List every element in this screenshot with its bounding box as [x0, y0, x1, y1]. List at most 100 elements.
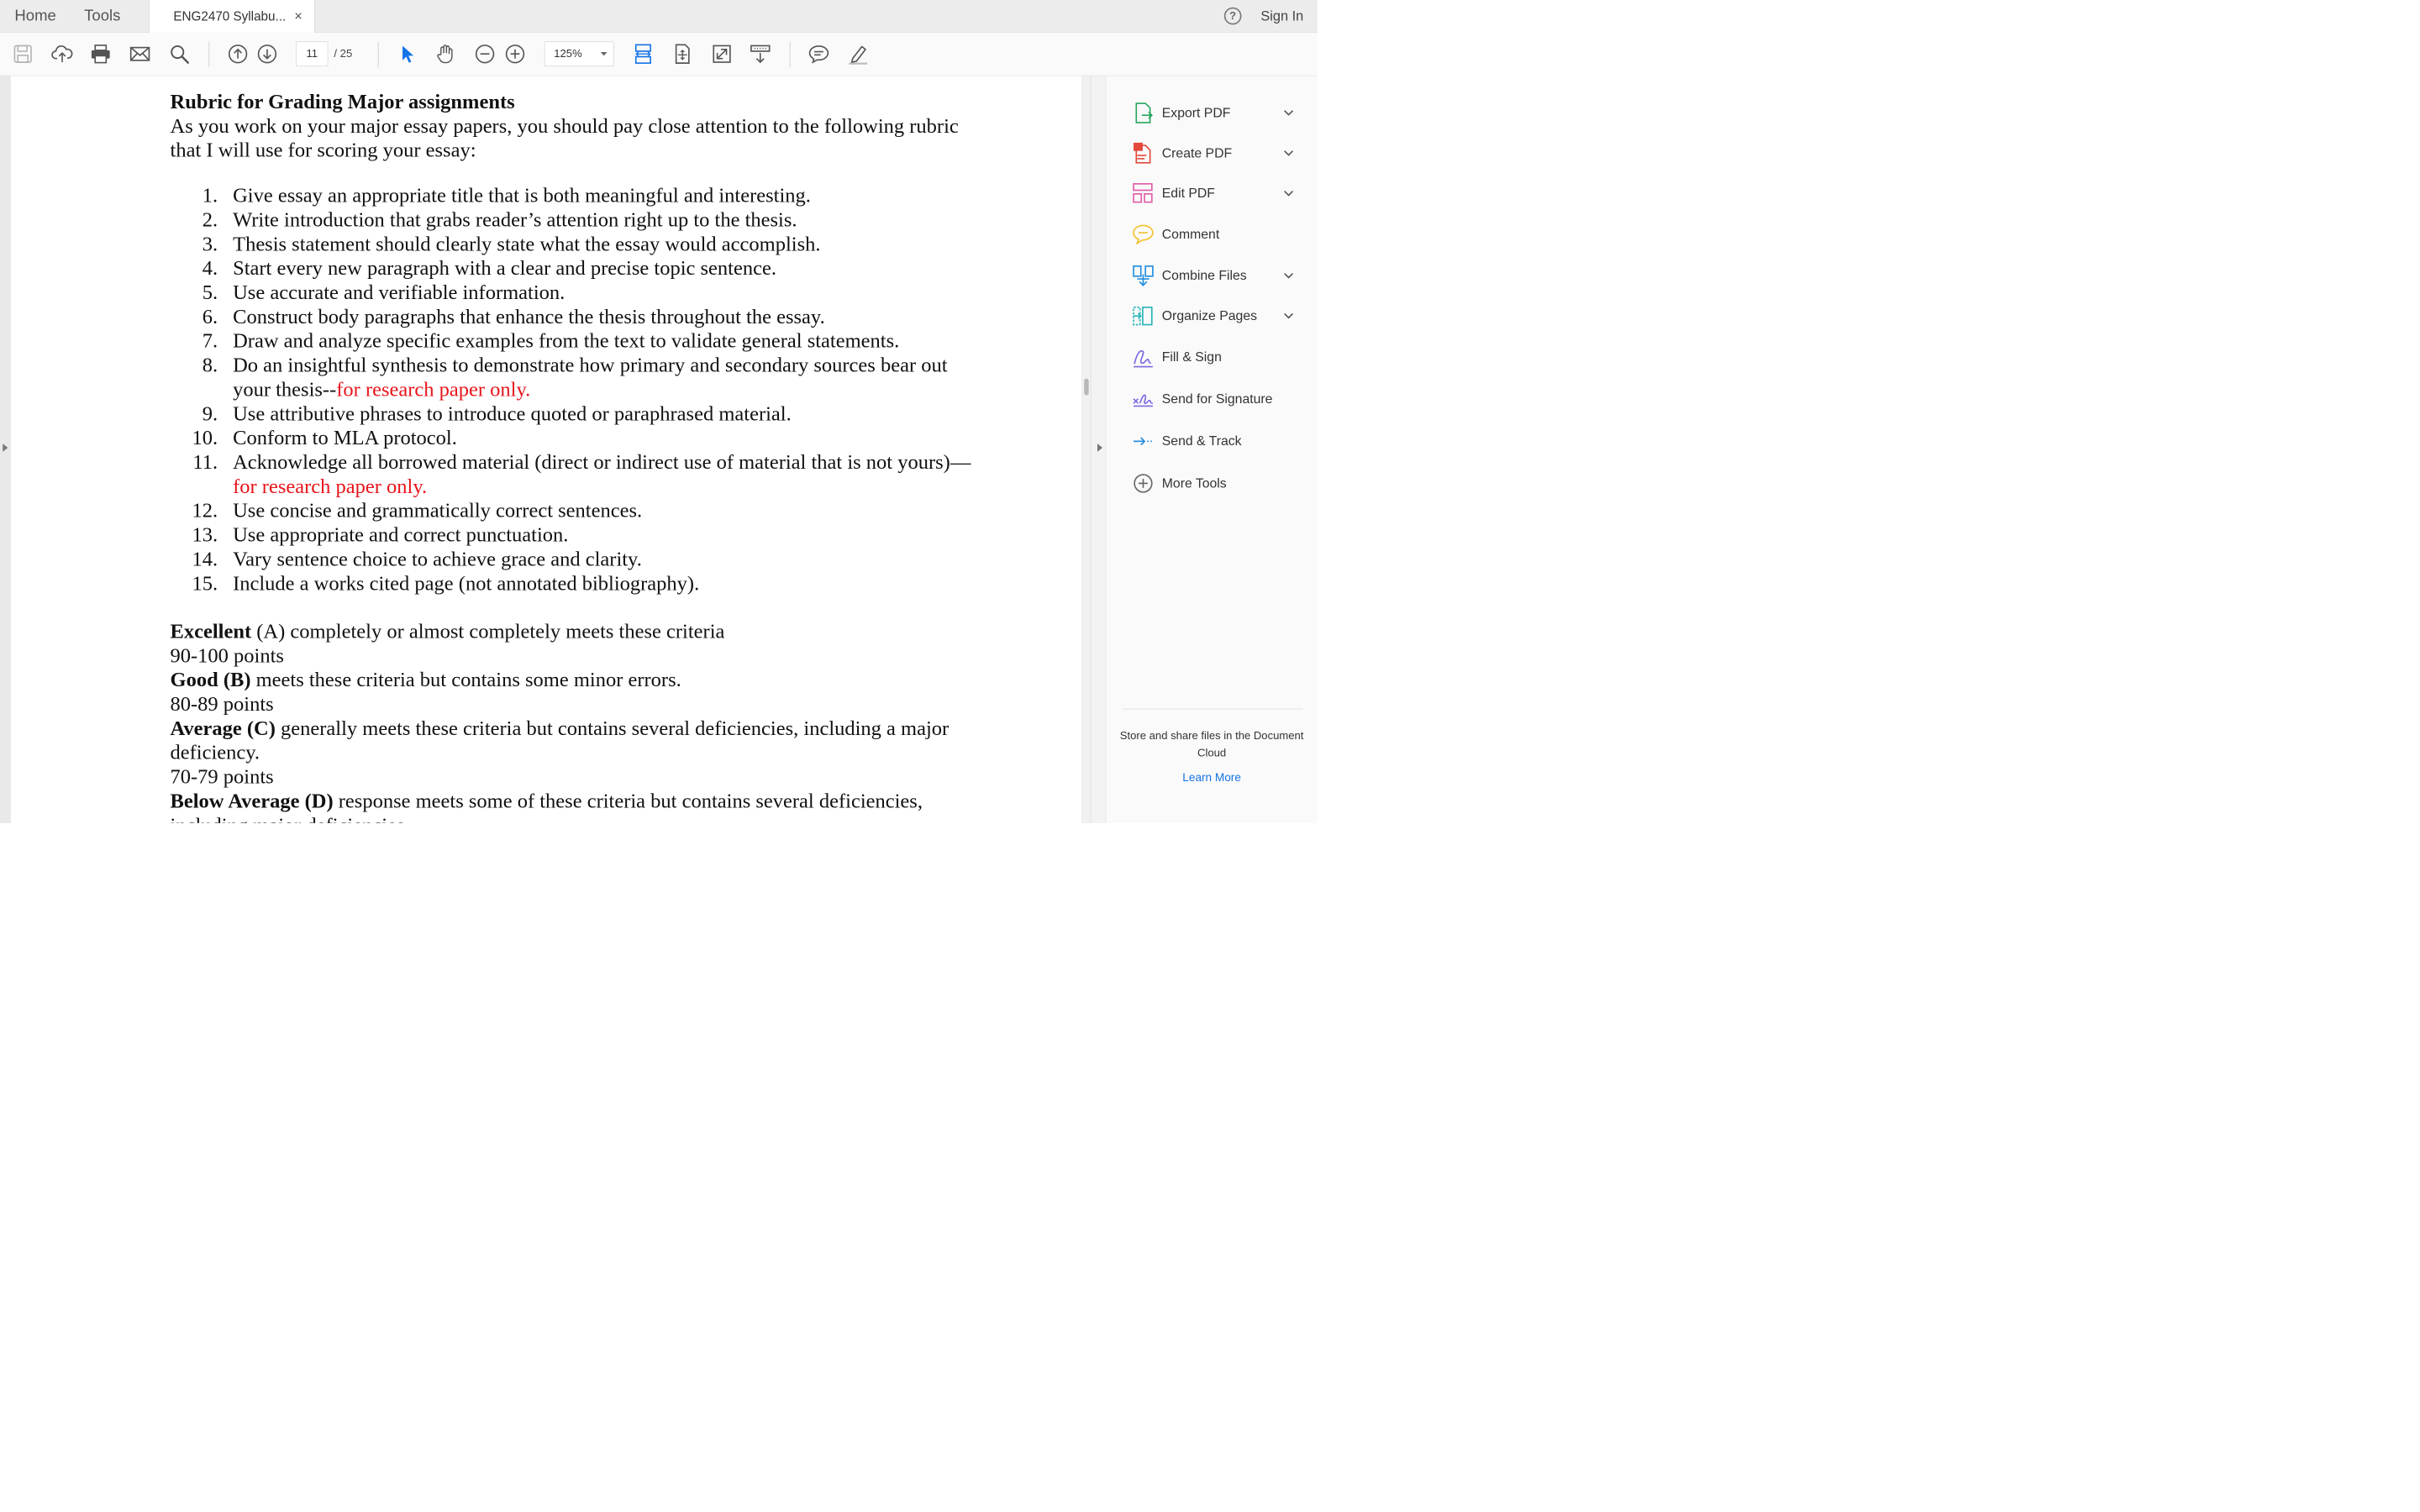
tool-item-more-tools[interactable]: More Tools: [1106, 466, 1318, 503]
tool-item-export-pdf[interactable]: Export PDF: [1106, 96, 1318, 133]
tool-item-comment[interactable]: Comment: [1106, 218, 1318, 255]
grade-description: Excellent (A) completely or almost compl…: [171, 619, 976, 643]
tool-item-label: Edit PDF: [1161, 186, 1215, 201]
zoom-dropdown[interactable]: 125%: [544, 41, 614, 66]
panel-divider: [1122, 708, 1303, 710]
learn-more-link[interactable]: Learn More: [1106, 771, 1318, 785]
save-icon[interactable]: [12, 43, 34, 65]
tool-item-create-pdf[interactable]: Create PDF: [1106, 136, 1318, 173]
email-icon[interactable]: [129, 43, 151, 65]
rubric-item-number: 11.: [192, 450, 218, 474]
scrollbar-thumb[interactable]: [1084, 378, 1089, 396]
left-panel-toggle[interactable]: [0, 76, 11, 823]
right-panel-toggle[interactable]: [1090, 76, 1107, 823]
rubric-item: 6. Construct body paragraphs that enhance…: [171, 305, 976, 329]
toolbar-separator: [208, 41, 210, 68]
chevron-down-icon[interactable]: [1281, 269, 1295, 282]
hand-tool-icon[interactable]: [434, 43, 456, 65]
grade-scale: Excellent (A) completely or almost compl…: [171, 619, 976, 823]
tools-pane: Export PDF Create PDF Edit PDF Comment Combi…: [1106, 76, 1318, 823]
rubric-item: 3. Thesis statement should clearly state …: [171, 232, 976, 256]
grade-label: Excellent: [170, 619, 252, 643]
chevron-down-icon[interactable]: [1281, 309, 1295, 323]
rubric-item-number: 12.: [192, 498, 218, 522]
grade-description: Below Average (D) response meets some of…: [171, 789, 976, 823]
tool-item-combine-files[interactable]: Combine Files: [1106, 259, 1318, 296]
rubric-item-text: Use concise and grammatically correct se…: [233, 498, 643, 522]
search-icon[interactable]: [168, 43, 190, 65]
read-mode-icon[interactable]: [750, 43, 771, 65]
page-number-input[interactable]: 11: [296, 41, 329, 66]
vertical-scrollbar[interactable]: [1081, 76, 1091, 823]
rubric-item: 8. Do an insightful synthesis to demonstr…: [171, 353, 976, 402]
acrobat-window: Home Tools ENG2470 Syllabu... × ? Sign I…: [0, 0, 1318, 823]
chevron-down-icon[interactable]: [1281, 106, 1295, 119]
rubric-item-text: Include a works cited page (not annotate…: [233, 571, 700, 595]
tool-item-edit-pdf[interactable]: Edit PDF: [1106, 176, 1318, 213]
grade-label: Good (B): [170, 668, 251, 691]
home-tab[interactable]: Home: [14, 0, 55, 32]
rubric-heading: Rubric for Grading Major assignments: [170, 90, 515, 113]
edit-pdf-icon: [1133, 183, 1153, 203]
tool-item-send-track[interactable]: Send & Track: [1106, 424, 1318, 461]
rubric-item-number: 2.: [202, 207, 218, 231]
document-tab[interactable]: ENG2470 Syllabu... ×: [149, 0, 315, 34]
help-icon[interactable]: ?: [1223, 7, 1242, 25]
combine-files-icon: [1133, 265, 1154, 286]
zoom-out-icon[interactable]: [474, 43, 496, 65]
tool-item-label: Export PDF: [1161, 105, 1231, 121]
send-signature-icon: [1133, 394, 1153, 407]
rubric-item-number: 10.: [192, 426, 218, 449]
zoom-value: 125%: [554, 47, 582, 60]
tab-bar: Home Tools ENG2470 Syllabu... × ? Sign I…: [0, 0, 1318, 34]
rubric-item-number: 13.: [192, 522, 218, 547]
rubric-item: 14. Vary sentence choice to achieve grace…: [171, 547, 976, 571]
rubric-item-number: 1.: [202, 183, 218, 207]
rubric-item-number: 7.: [202, 328, 218, 353]
chevron-down-icon[interactable]: [1281, 186, 1295, 200]
comment-icon: [1133, 224, 1154, 245]
rubric-item: 13. Use appropriate and correct punctuati…: [171, 522, 976, 547]
print-icon[interactable]: [90, 43, 112, 65]
rubric-item-number: 14.: [192, 547, 218, 570]
chevron-down-icon: [600, 52, 608, 56]
grade-points: 90-100 points: [170, 643, 284, 667]
rubric-item: 10. Conform to MLA protocol.: [171, 426, 976, 450]
chevron-down-icon[interactable]: [1281, 146, 1295, 160]
chevron-right-icon: [1097, 444, 1103, 452]
tool-item-fill-sign[interactable]: Fill & Sign: [1106, 340, 1318, 377]
fit-width-icon[interactable]: [632, 43, 654, 65]
tool-item-send-for-signature[interactable]: Send for Signature: [1106, 382, 1318, 419]
grade-label: Below Average (D): [170, 789, 334, 812]
tool-item-label: Create PDF: [1161, 145, 1233, 161]
upload-cloud-icon[interactable]: [51, 43, 73, 65]
zoom-in-icon[interactable]: [504, 43, 526, 65]
tools-tab[interactable]: Tools: [84, 0, 120, 32]
full-screen-icon[interactable]: [711, 43, 733, 65]
rubric-item: 9. Use attributive phrases to introduce q…: [171, 402, 976, 426]
rubric-item-number: 15.: [192, 571, 218, 595]
rubric-item-note: for research paper only.: [336, 377, 531, 401]
close-tab-icon[interactable]: ×: [294, 0, 302, 33]
highlight-pen-icon[interactable]: [847, 43, 869, 65]
rubric-item-number: 3.: [202, 232, 218, 255]
rubric-item-text: Write introduction that grabs reader’s a…: [233, 207, 797, 231]
rubric-item-number: 8.: [202, 353, 218, 377]
select-cursor-icon[interactable]: [396, 43, 418, 65]
grade-criteria: generally meets these criteria but conta…: [170, 717, 950, 764]
sign-in-link[interactable]: Sign In: [1260, 0, 1303, 33]
rotate-view-icon[interactable]: [671, 43, 693, 65]
tool-item-organize-pages[interactable]: Organize Pages: [1106, 299, 1318, 336]
next-page-icon[interactable]: [256, 43, 278, 65]
previous-page-icon[interactable]: [227, 43, 249, 65]
tool-item-label: Fill & Sign: [1161, 349, 1222, 365]
grade-criteria: (A) completely or almost completely meet…: [251, 619, 725, 643]
main-toolbar: 11 / 25 125%: [0, 32, 1318, 76]
comment-bubble-icon[interactable]: [808, 43, 829, 65]
grade-label: Average (C): [170, 717, 276, 740]
grade-description: Average (C) generally meets these criter…: [171, 717, 976, 765]
rubric-item-text: Use appropriate and correct punctuation.: [233, 522, 569, 547]
rubric-intro: As you work on your major essay papers, …: [170, 114, 959, 162]
rubric-item-text: Use accurate and verifiable information.: [233, 281, 566, 304]
rubric-item-text: Give essay an appropriate title that is …: [233, 183, 811, 207]
